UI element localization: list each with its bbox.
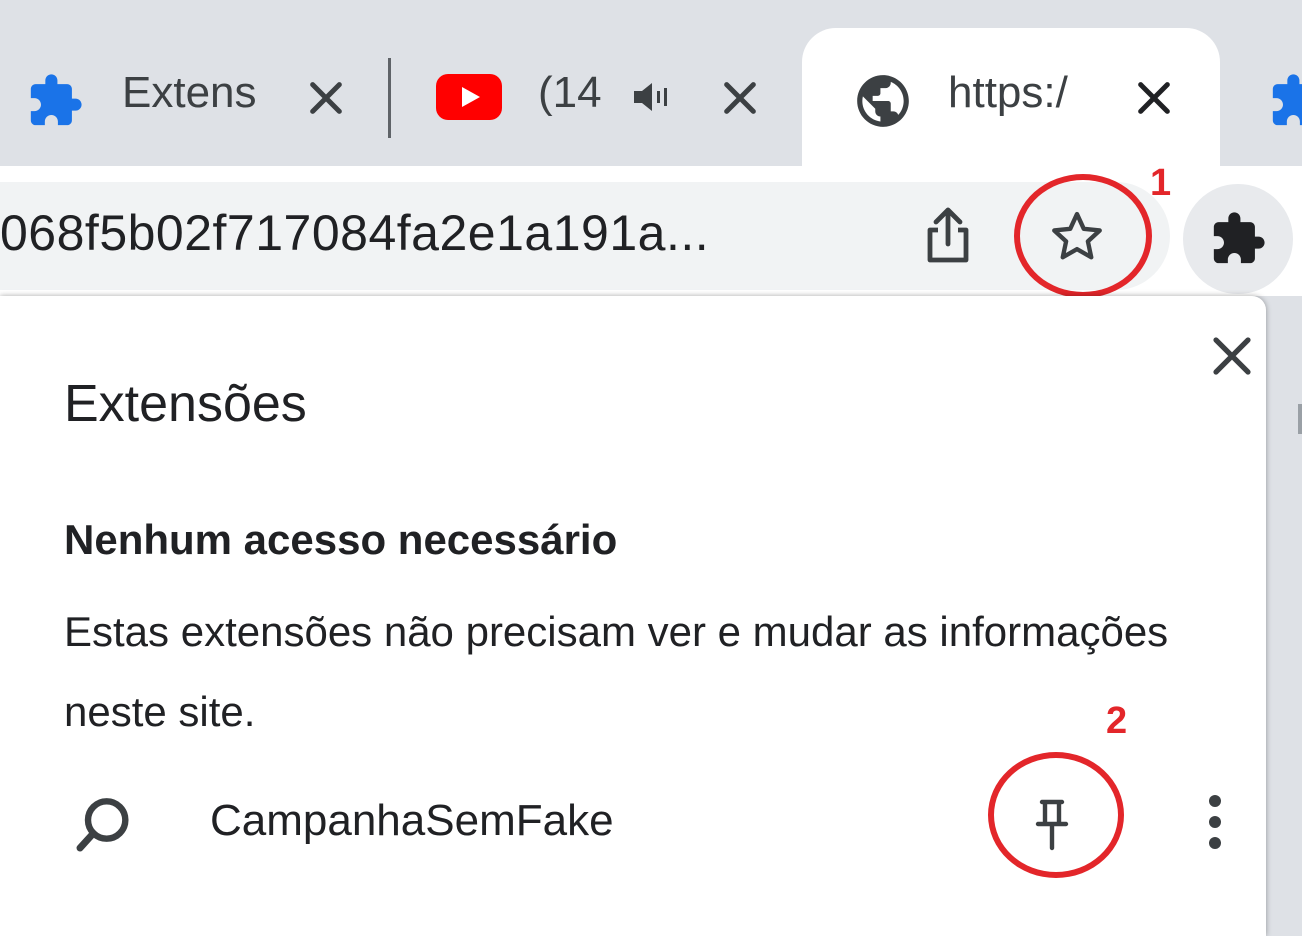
annotation-number-2: 2 [1106, 700, 1128, 742]
annotation-number-1: 1 [1150, 162, 1172, 204]
puzzle-icon[interactable] [1268, 72, 1302, 130]
tab-title: https:/ [948, 68, 1068, 117]
tab-youtube[interactable]: (14 [400, 28, 795, 166]
close-icon[interactable] [720, 78, 760, 118]
close-icon[interactable] [1134, 78, 1174, 118]
section-heading: Nenhum acesso necessário [64, 516, 618, 563]
tab-extensions[interactable]: Extens [0, 28, 380, 166]
tab-strip: Extens (14 https:/ [0, 0, 1302, 166]
tab-active-site[interactable]: https:/ [802, 28, 1220, 166]
popup-title: Extensões [64, 375, 307, 433]
tab-title: Extens [122, 68, 257, 117]
address-bar[interactable]: 068f5b02f717084fa2e1a191a... [0, 182, 1170, 290]
youtube-icon [436, 74, 502, 120]
close-icon[interactable] [1208, 332, 1256, 380]
tab-separator [388, 58, 391, 138]
annotation-circle-bookmark [1014, 174, 1152, 298]
close-icon[interactable] [306, 78, 346, 118]
extension-name[interactable]: CampanhaSemFake [210, 796, 614, 846]
magnifier-icon [76, 798, 129, 852]
share-icon[interactable] [922, 206, 974, 266]
puzzle-icon [1213, 212, 1265, 264]
annotation-circle-pin [988, 752, 1124, 878]
more-options-icon[interactable] [1200, 792, 1230, 852]
puzzle-icon [30, 74, 82, 126]
globe-icon [857, 75, 909, 127]
extensions-button[interactable] [1183, 184, 1293, 294]
tab-title: (14 [538, 68, 602, 117]
page-edge-mark [1298, 404, 1302, 434]
address-bar-url[interactable]: 068f5b02f717084fa2e1a191a... [0, 204, 709, 262]
section-description: Estas extensões não precisam ver e mudar… [64, 608, 1169, 735]
speaker-icon[interactable] [632, 80, 672, 114]
